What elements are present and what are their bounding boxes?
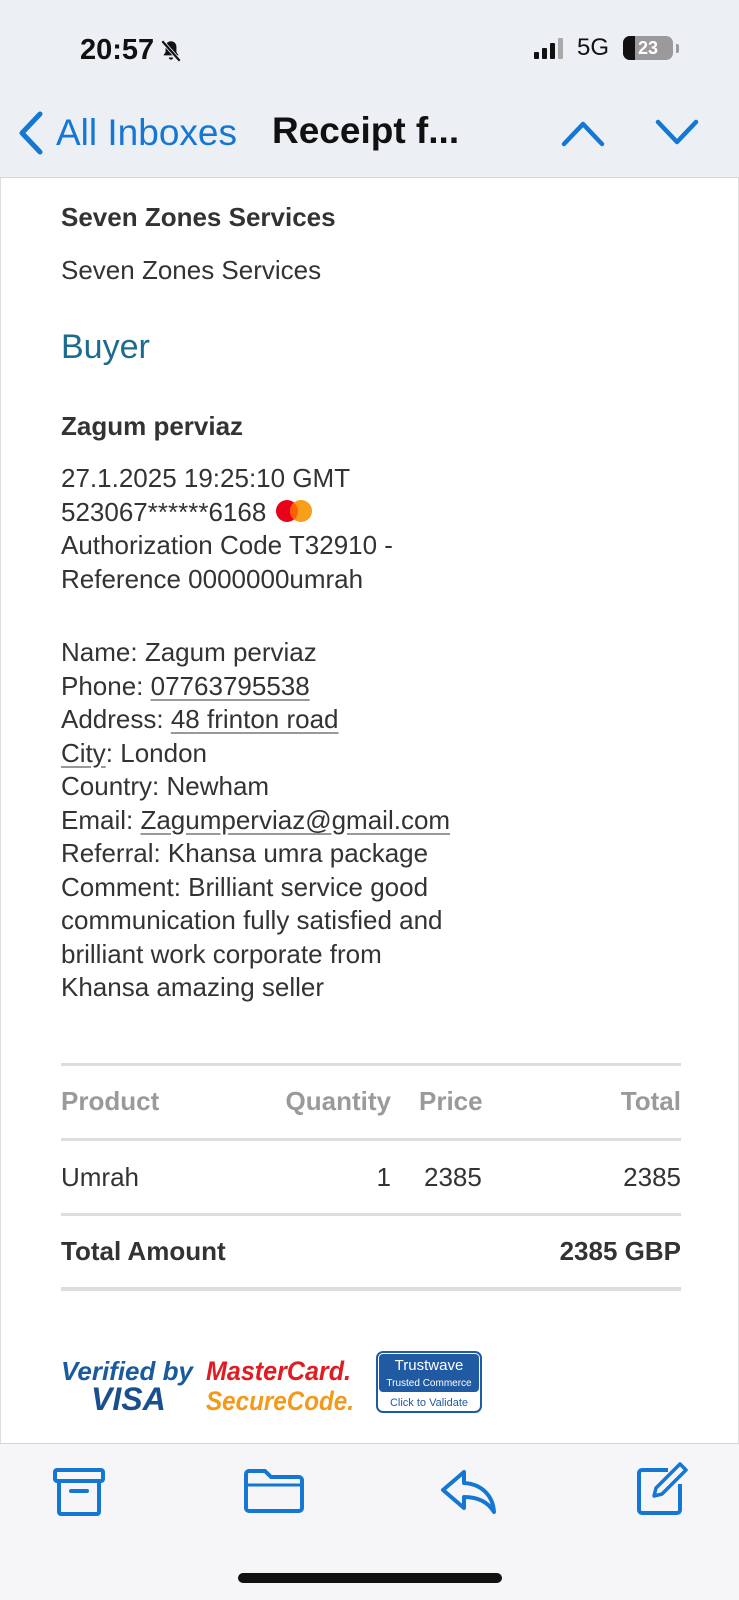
svg-text:Trusted Commerce: Trusted Commerce [386, 1378, 472, 1389]
buyer-heading: Buyer [61, 328, 150, 366]
detail-city: City: London [61, 737, 207, 768]
seller-subtitle: Seven Zones Services [61, 255, 322, 285]
row-product: Umrah [61, 1162, 140, 1192]
svg-text:Trustwave: Trustwave [395, 1357, 464, 1374]
seller-name: Seven Zones Services [61, 202, 336, 232]
card-number: 523067******6168 [61, 496, 267, 527]
detail-address: Address: 48 frinton road [61, 704, 339, 734]
signal-icon [533, 37, 563, 59]
time-label: 20:57 [80, 34, 155, 66]
mastercard-securecode-logo: MasterCard. SecureCode. [206, 1356, 354, 1416]
comment-line: Khansa amazing seller [61, 972, 325, 1002]
row-total: 2385 [623, 1162, 681, 1192]
chevron-up-icon[interactable] [560, 112, 606, 152]
trustwave-badge[interactable]: Trustwave Trusted Commerce Click to Vali… [376, 1351, 482, 1413]
comment-line: brilliant work corporate from [61, 938, 382, 969]
battery-level: 23 [637, 37, 659, 58]
svg-text:SecureCode.: SecureCode. [206, 1386, 354, 1416]
battery-cap [676, 43, 679, 53]
detail-name: Name: Zagum perviaz [61, 637, 317, 667]
col-header-total: Total [620, 1086, 681, 1116]
comment-line: communication fully satisfied and [61, 905, 443, 935]
city-link[interactable]: City [61, 738, 106, 768]
authorization-code: Authorization Code T32910 - [61, 530, 393, 560]
address-link[interactable]: 48 frinton road [171, 704, 339, 734]
email-link[interactable]: Zagumperviaz@gmail.com [140, 805, 450, 835]
svg-text:Click to Validate: Click to Validate [390, 1397, 468, 1409]
buyer-name: Zagum perviaz [61, 411, 244, 441]
detail-phone: Phone: 07763795538 [61, 670, 310, 701]
top-header: 20:57 5G 23 All Inboxes Receipt f... [0, 0, 739, 178]
security-badges: Verified by VISA MasterCard. SecureCode.… [61, 1351, 482, 1417]
folder-icon[interactable] [243, 1466, 305, 1516]
network-type: 5G [576, 34, 609, 61]
email-body[interactable]: Seven Zones Services Seven Zones Service… [0, 178, 739, 1443]
status-indicators: 5G 23 [533, 34, 679, 62]
buyer-details: Name: Zagum perviaz Phone: 07763795538 A… [61, 636, 450, 1005]
svg-text:MasterCard.: MasterCard. [206, 1356, 351, 1386]
card-row: 523067******6168 [61, 496, 393, 530]
message-title: Receipt f... [272, 110, 460, 151]
detail-country: Country: Newham [61, 771, 270, 801]
table-divider [61, 1138, 681, 1141]
table-divider [61, 1213, 681, 1216]
home-indicator[interactable] [238, 1573, 502, 1583]
row-quantity: 1 [376, 1162, 391, 1192]
status-time: 20:57 [80, 34, 184, 67]
svg-text:VISA: VISA [91, 1381, 166, 1417]
col-header-product: Product [61, 1086, 160, 1116]
battery-icon: 23 [623, 36, 673, 60]
col-header-quantity: Quantity [285, 1086, 391, 1116]
reference: Reference 0000000umrah [61, 563, 364, 594]
compose-icon[interactable] [634, 1460, 690, 1518]
table-divider [61, 1063, 681, 1066]
archive-icon[interactable] [52, 1466, 106, 1518]
chevron-down-icon[interactable] [654, 112, 700, 152]
verified-by-visa-logo: Verified by VISA [61, 1356, 195, 1417]
detail-referral: Referral: Khansa umra package [61, 838, 429, 868]
table-divider [61, 1287, 681, 1291]
bell-slash-icon [161, 39, 182, 62]
col-header-price: Price [419, 1086, 483, 1116]
row-price: 2385 [424, 1162, 482, 1192]
mastercard-icon [276, 499, 313, 522]
detail-email: Email: Zagumperviaz@gmail.com [61, 804, 451, 835]
total-amount-value: 2385 GBP [559, 1236, 681, 1266]
phone-link[interactable]: 07763795538 [151, 671, 310, 701]
back-label: All Inboxes [56, 112, 237, 153]
comment-line: Comment: Brilliant service good [61, 871, 429, 902]
chevron-left-icon [19, 111, 43, 155]
reply-icon[interactable] [438, 1466, 500, 1518]
payment-info: 27.1.2025 19:25:10 GMT 523067******6168 … [61, 462, 393, 596]
back-button[interactable]: All Inboxes [16, 100, 237, 166]
mail-nav-bar: All Inboxes Receipt f... [0, 100, 739, 166]
payment-datetime: 27.1.2025 19:25:10 GMT [61, 463, 351, 493]
total-amount-label: Total Amount [61, 1236, 226, 1266]
